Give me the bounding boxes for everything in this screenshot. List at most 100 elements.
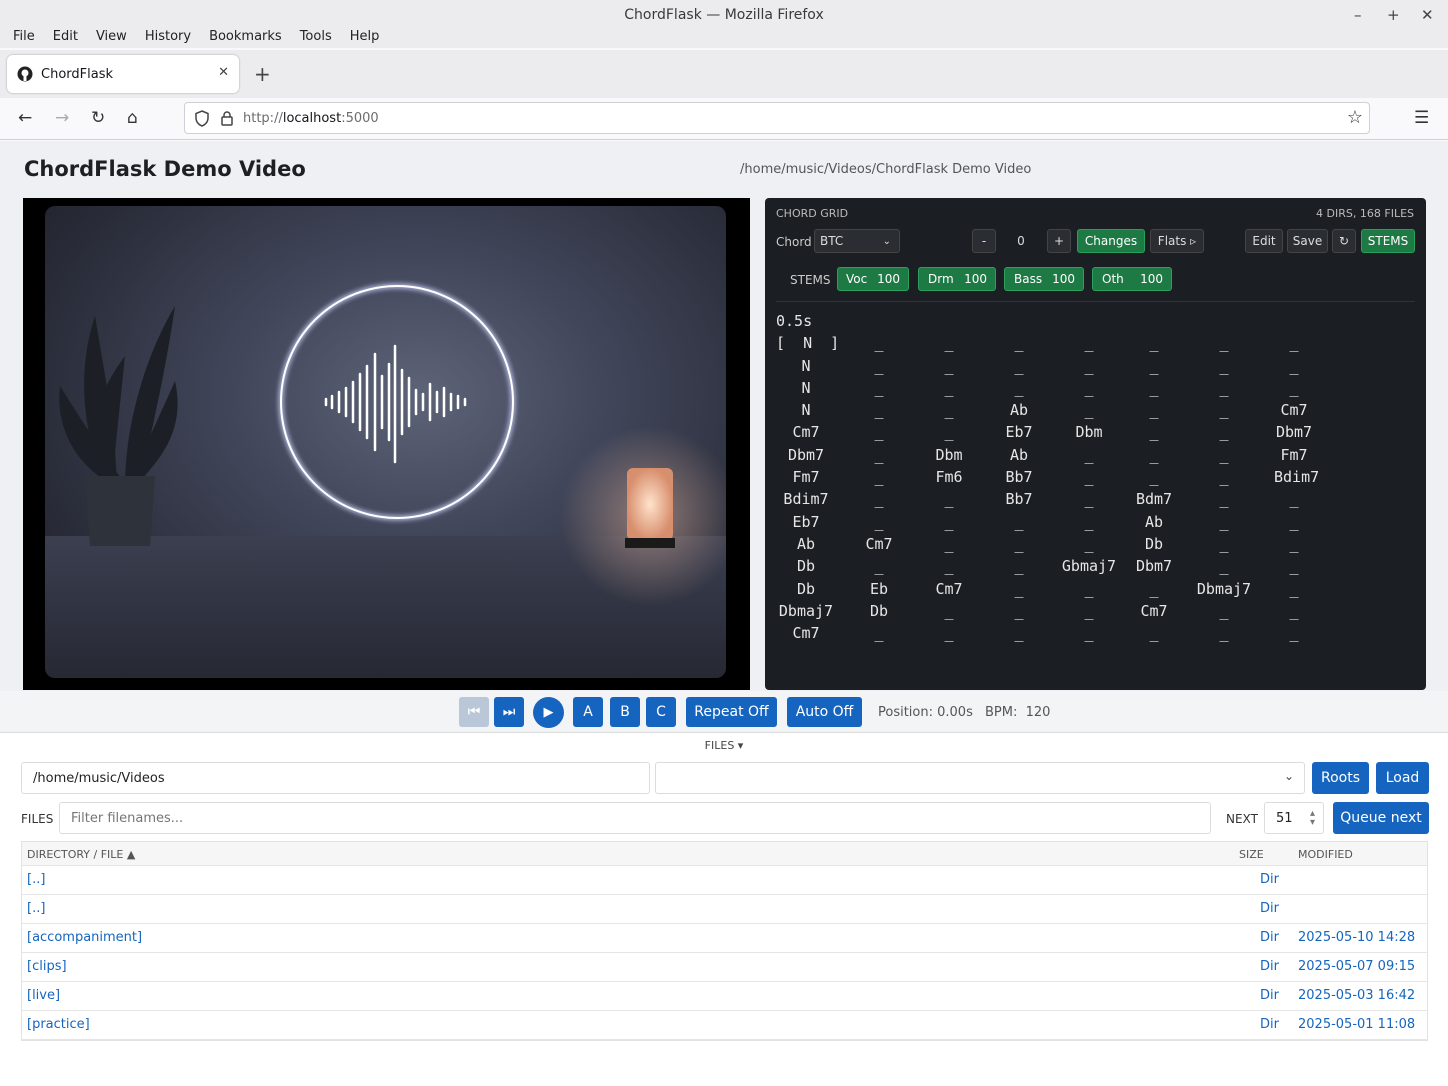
chord-cell[interactable]: Dbmaj7: [776, 602, 836, 620]
chord-cell[interactable]: _: [934, 423, 964, 441]
chord-cell[interactable]: _: [934, 490, 964, 508]
auto-button[interactable]: Auto Off: [787, 697, 862, 727]
chord-cell[interactable]: _: [1194, 379, 1254, 397]
chord-cell[interactable]: Cm7: [1134, 602, 1174, 620]
chord-cell[interactable]: _: [1054, 379, 1124, 397]
file-name-link[interactable]: [live]: [27, 988, 60, 1003]
chord-cell[interactable]: _: [1274, 535, 1314, 553]
stem-bass[interactable]: Bass 100: [1004, 267, 1084, 291]
chord-cell[interactable]: _: [1054, 513, 1124, 531]
chord-cell[interactable]: _: [934, 535, 964, 553]
queue-next-button[interactable]: Queue next: [1333, 802, 1429, 834]
chord-cell[interactable]: _: [1274, 357, 1314, 375]
home-icon[interactable]: ⌂: [127, 108, 138, 128]
chord-cell[interactable]: Cm7: [934, 580, 964, 598]
file-name-link[interactable]: [clips]: [27, 959, 67, 974]
menu-bookmarks[interactable]: Bookmarks: [200, 26, 291, 48]
bookmark-star-icon[interactable]: ☆: [1347, 107, 1363, 128]
minimize-icon[interactable]: –: [1354, 6, 1362, 24]
chord-cell[interactable]: _: [1054, 624, 1124, 642]
chord-cell[interactable]: Gbmaj7: [1054, 557, 1124, 575]
chord-cell[interactable]: _: [864, 624, 894, 642]
chord-cell[interactable]: _: [1194, 557, 1254, 575]
refresh-icon[interactable]: ↻: [1332, 229, 1356, 253]
edit-button[interactable]: Edit: [1245, 229, 1283, 253]
chord-cell[interactable]: Fm7: [1274, 446, 1314, 464]
prev-track-icon[interactable]: ⏮: [459, 697, 489, 727]
stem-other[interactable]: Oth 100: [1092, 267, 1172, 291]
chord-cell[interactable]: _: [1054, 357, 1124, 375]
tab-chordflask[interactable]: ChordFlask ✕: [7, 55, 239, 93]
stem-drums[interactable]: Drm 100: [918, 267, 996, 291]
chord-cell[interactable]: Fm6: [934, 468, 964, 486]
chord-cell[interactable]: _: [864, 446, 894, 464]
chord-cell[interactable]: _: [1274, 624, 1314, 642]
directory-select[interactable]: ⌄: [655, 762, 1305, 794]
table-row[interactable]: [practice] Dir 2025-05-01 11:08: [22, 1011, 1427, 1040]
files-toggle[interactable]: FILES ▾: [0, 739, 1448, 752]
chord-cell[interactable]: _: [1054, 334, 1124, 352]
video-player[interactable]: [23, 198, 750, 690]
chord-cell[interactable]: _: [1004, 535, 1034, 553]
loop-a-button[interactable]: A: [573, 697, 603, 727]
chord-cell[interactable]: _: [1134, 580, 1174, 598]
filter-input[interactable]: [59, 802, 1211, 834]
chord-cell[interactable]: _: [1054, 468, 1124, 486]
chord-cell[interactable]: _: [934, 401, 964, 419]
chord-cell[interactable]: Bdim7: [776, 490, 836, 508]
chord-cell[interactable]: N: [776, 379, 836, 397]
chord-cell[interactable]: Db: [776, 557, 836, 575]
chord-cell[interactable]: _: [1054, 401, 1124, 419]
chord-cell[interactable]: _: [1054, 490, 1124, 508]
changes-button[interactable]: Changes: [1077, 229, 1145, 253]
chord-cell[interactable]: Dbm7: [1134, 557, 1174, 575]
chord-cell[interactable]: Cm7: [776, 423, 836, 441]
chord-cell[interactable]: _: [864, 401, 894, 419]
chord-cell[interactable]: _: [1274, 334, 1314, 352]
chord-cell[interactable]: _: [1194, 334, 1254, 352]
chord-cell[interactable]: Fm7: [776, 468, 836, 486]
chord-cell[interactable]: _: [1274, 602, 1314, 620]
column-name-header[interactable]: DIRECTORY / FILE ▲: [27, 848, 135, 861]
chord-cell[interactable]: _: [1004, 379, 1034, 397]
chord-cell[interactable]: _: [1054, 580, 1124, 598]
chord-cell[interactable]: Bb7: [1004, 468, 1034, 486]
chord-cell[interactable]: Db: [1134, 535, 1174, 553]
play-icon[interactable]: ▶: [533, 697, 564, 728]
chord-cell[interactable]: _: [1134, 334, 1174, 352]
chord-model-select[interactable]: BTC ⌄: [814, 229, 900, 253]
roots-button[interactable]: Roots: [1312, 762, 1369, 794]
chord-cell[interactable]: Dbm: [934, 446, 964, 464]
directory-input[interactable]: /home/music/Videos: [21, 762, 650, 794]
new-tab-icon[interactable]: +: [254, 62, 271, 86]
chord-cell[interactable]: Dbm: [1054, 423, 1124, 441]
chord-cell[interactable]: Cm7: [1274, 401, 1314, 419]
hamburger-menu-icon[interactable]: ☰: [1414, 108, 1429, 128]
loop-c-button[interactable]: C: [646, 697, 676, 727]
chord-cell[interactable]: _: [864, 379, 894, 397]
chord-cell[interactable]: _: [1274, 490, 1314, 508]
chord-cell[interactable]: _: [864, 513, 894, 531]
chord-cell[interactable]: Bdim7: [1274, 468, 1319, 486]
table-row[interactable]: [clips] Dir 2025-05-07 09:15: [22, 953, 1427, 982]
chord-cell[interactable]: _: [1274, 580, 1314, 598]
chord-cell[interactable]: _: [1134, 357, 1174, 375]
reload-icon[interactable]: ↻: [91, 108, 105, 128]
column-modified-header[interactable]: MODIFIED: [1298, 848, 1353, 861]
chord-cell[interactable]: _: [1274, 513, 1314, 531]
chord-cell[interactable]: _: [934, 602, 964, 620]
maximize-icon[interactable]: +: [1387, 6, 1400, 24]
repeat-button[interactable]: Repeat Off: [686, 697, 777, 727]
chord-cell[interactable]: _: [1134, 624, 1174, 642]
chord-cell[interactable]: _: [1194, 468, 1254, 486]
next-count-stepper[interactable]: 51 ▴ ▾: [1264, 802, 1324, 834]
chord-cell[interactable]: _: [1004, 357, 1034, 375]
table-row[interactable]: [..] Dir: [22, 866, 1427, 895]
chord-cell[interactable]: _: [1004, 557, 1034, 575]
table-row[interactable]: [..] Dir: [22, 895, 1427, 924]
back-icon[interactable]: ←: [18, 108, 32, 128]
chord-cell[interactable]: Ab: [776, 535, 836, 553]
chord-cell[interactable]: Bdm7: [1134, 490, 1174, 508]
chord-cell[interactable]: _: [864, 490, 894, 508]
chord-cell[interactable]: Cm7: [864, 535, 894, 553]
